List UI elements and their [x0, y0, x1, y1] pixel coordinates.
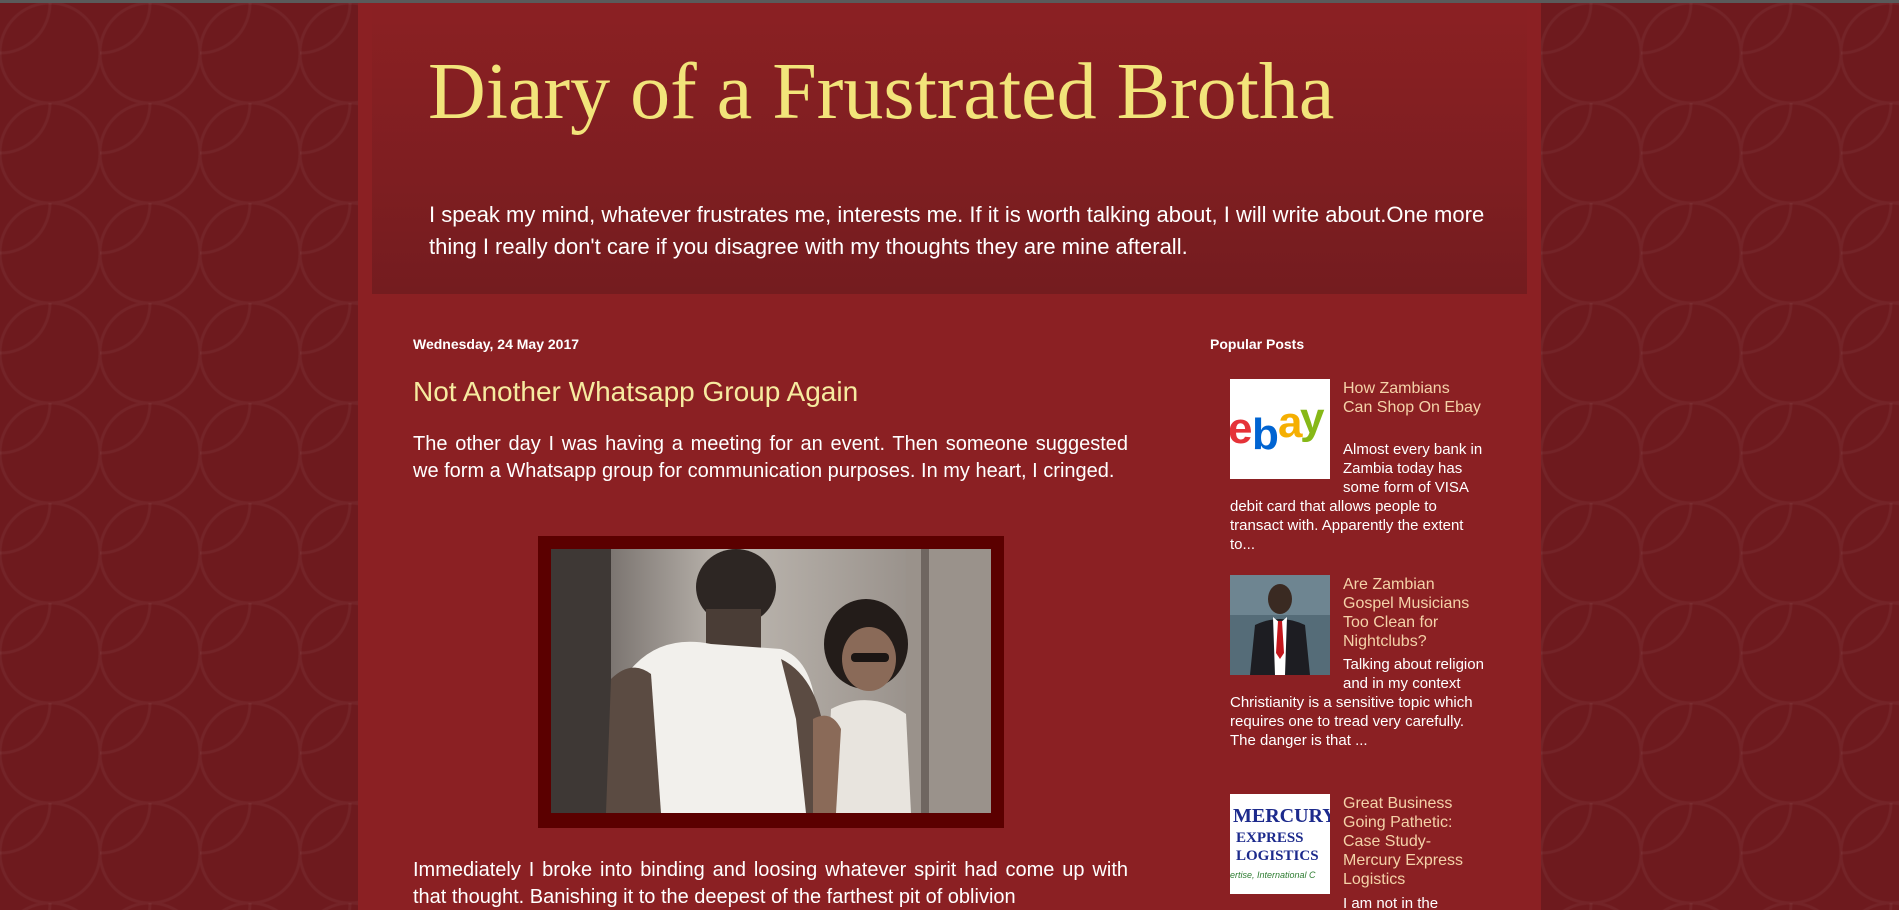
popular-post-link[interactable]: Are Zambian Gospel Musicians Too Clean f… — [1343, 575, 1483, 651]
mercury-logo-line: EXPRESS — [1236, 830, 1304, 846]
mercury-logo-tagline: ertise, International C — [1230, 870, 1316, 880]
background-pattern-right — [1541, 3, 1899, 910]
post-title[interactable]: Not Another Whatsapp Group Again — [413, 376, 858, 408]
popular-post-snippet: I am not in the — [1343, 895, 1439, 910]
popular-post-thumbnail[interactable]: MERCURY EXPRESS LOGISTICS ertise, Intern… — [1230, 794, 1330, 894]
popular-post-item: MERCURY EXPRESS LOGISTICS ertise, Intern… — [1230, 794, 1488, 910]
post-image[interactable] — [551, 549, 991, 813]
post-date: Wednesday, 24 May 2017 — [413, 336, 580, 352]
popular-post-link[interactable]: Great Business Going Pathetic: Case Stud… — [1343, 794, 1483, 889]
mercury-logo-line: LOGISTICS — [1236, 848, 1319, 864]
popular-post-item: e b a y How Zambians Can Shop On Ebay Al… — [1228, 379, 1488, 559]
popular-post-link[interactable]: How Zambians Can Shop On Ebay — [1343, 379, 1483, 417]
post-image-frame — [538, 536, 1004, 828]
mercury-logo-line: MERCURY — [1233, 805, 1330, 827]
post-paragraph: The other day I was having a meeting for… — [413, 433, 1128, 482]
popular-post-item: Are Zambian Gospel Musicians Too Clean f… — [1230, 575, 1488, 775]
blog-title[interactable]: Diary of a Frustrated Brotha — [428, 47, 1334, 138]
background-pattern-left — [0, 3, 358, 910]
content-wrapper: Diary of a Frustrated Brotha I speak my … — [358, 3, 1541, 910]
popular-posts-title: Popular Posts — [1210, 336, 1305, 352]
blog-header: Diary of a Frustrated Brotha I speak my … — [372, 3, 1527, 294]
svg-text:y: y — [1300, 394, 1325, 443]
blog-description: I speak my mind, whatever frustrates me,… — [429, 202, 1485, 259]
post-paragraph: Immediately I broke into binding and loo… — [413, 859, 1128, 908]
